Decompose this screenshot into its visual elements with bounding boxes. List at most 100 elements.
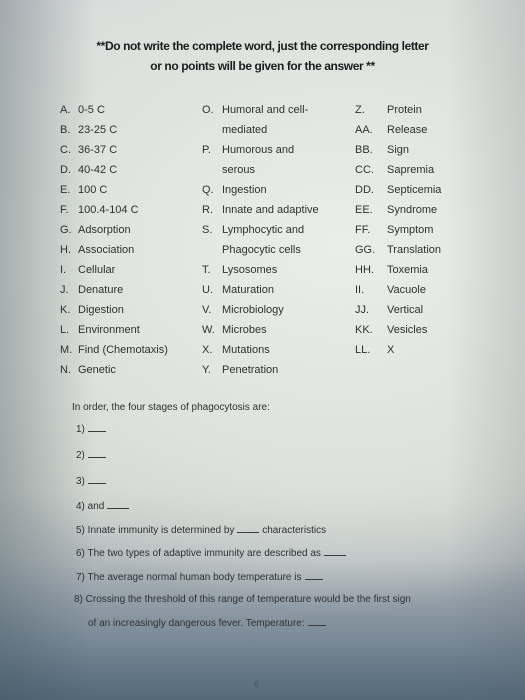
option-text-continued: Phagocytic cells [222,244,301,256]
option-item: T. Lysosomes [202,260,342,280]
answer-blank-2[interactable] [87,448,106,458]
option-item: P. Humorous and [202,140,342,160]
option-letter: Y. [202,364,211,376]
option-letter: L. [60,324,70,336]
option-text: Mutations [222,344,270,356]
option-item: FF. Symptom [355,220,485,240]
option-text: Lysosomes [222,264,278,276]
option-text: Association [78,244,135,256]
option-item: L. Environment [60,320,200,340]
option-letter: W. [202,324,215,336]
option-letter: U. [202,284,213,296]
option-letter: P. [202,144,211,156]
option-item: G. Adsorption [60,220,200,240]
option-text: Microbes [222,324,267,336]
option-item: I. Cellular [60,260,200,280]
option-text: Protein [387,104,422,116]
answer-blank-4[interactable] [107,499,130,509]
page-number: 6 [254,679,260,689]
option-letter: II. [355,284,365,296]
option-text: Lymphocytic and [222,224,305,236]
option-text: X [387,344,395,356]
question-3: 3) [76,474,106,487]
answer-blank-7[interactable] [304,570,323,580]
option-text: Septicemia [387,184,442,196]
options-column-3: Z. Protein AA. Release BB. Sign CC. Sapremia DD.… [355,100,485,360]
option-text: Vacuole [387,284,426,296]
option-item: EE. Syndrome [355,200,485,220]
option-item: N. Genetic [60,360,200,380]
answer-blank-8[interactable] [307,616,326,626]
option-item: BB. Sign [355,140,485,160]
questions-intro: In order, the four stages of phagocytosi… [72,402,270,413]
option-text: Vertical [387,304,424,316]
instructions-line-1: **Do not write the complete word, just t… [96,39,429,53]
option-text: Translation [387,244,442,256]
option-text: 100 C [78,184,108,196]
option-text: Find (Chemotaxis) [78,344,168,356]
option-text: Release [387,124,428,136]
question-4: 4) and [76,499,130,512]
option-text: Microbiology [222,304,284,316]
question-1-label: 1) [76,424,85,435]
option-letter: V. [202,304,212,316]
option-item: Q. Ingestion [202,180,342,200]
option-item: X. Mutations [202,340,342,360]
option-letter: Q. [202,184,214,196]
option-item: HH. Toxemia [355,260,485,280]
option-letter: C. [60,144,71,156]
option-letter: S. [202,224,213,236]
option-item: II. Vacuole [355,280,485,300]
option-letter: GG. [355,244,376,256]
option-letter: K. [60,304,71,316]
option-item: CC. Sapremia [355,160,485,180]
question-3-label: 3) [76,476,85,487]
option-text: Toxemia [387,264,428,276]
option-letter: X. [202,344,213,356]
option-text: 36-37 C [78,144,118,156]
option-item: H. Association [60,240,200,260]
option-letter: LL. [355,344,371,356]
option-letter: KK. [355,324,373,336]
option-letter: N. [60,364,71,376]
option-letter: AA. [355,124,373,136]
option-text: Digestion [78,304,124,316]
question-7: 7) The average normal human body tempera… [76,570,323,583]
question-1: 1) [76,422,106,435]
question-7-label: 7) The average normal human body tempera… [76,572,302,583]
option-item: V. Microbiology [202,300,342,320]
option-item: Y. Penetration [202,360,342,380]
option-item: Z. Protein [355,100,485,120]
option-text: Cellular [78,264,116,276]
option-item: O. Humoral and cell- [202,100,342,120]
option-text-continued: mediated [222,124,268,136]
option-letter: E. [60,184,71,196]
option-item: C. 36-37 C [60,140,200,160]
question-5: 5) Innate immunity is determined by char… [76,523,326,536]
option-item: U. Maturation [202,280,342,300]
option-letter: F. [60,204,69,216]
answer-blank-5[interactable] [237,523,260,533]
option-letter: B. [60,124,71,136]
option-text: Symptom [387,224,434,236]
question-2-label: 2) [76,450,85,461]
answer-blank-3[interactable] [87,474,106,484]
option-letter: M. [60,344,73,356]
option-letter: FF. [355,224,371,236]
option-letter: JJ. [355,304,370,316]
option-letter: A. [60,104,71,116]
option-item: W. Microbes [202,320,342,340]
option-letter: R. [202,204,213,216]
option-text: Penetration [222,364,279,376]
option-text: 40-42 C [78,164,118,176]
option-text: Maturation [222,284,274,296]
option-letter: DD. [355,184,374,196]
option-text: Vesicles [387,324,428,336]
option-item: GG. Translation [355,240,485,260]
option-text: Innate and adaptive [222,204,319,216]
answer-blank-1[interactable] [87,422,106,432]
question-5-label: 5) Innate immunity is determined by [76,525,235,536]
options-column-2: O. Humoral and cell-mediated P. Humorous an… [202,100,342,380]
question-6: 6) The two types of adaptive immunity ar… [76,546,346,559]
answer-blank-6[interactable] [323,546,346,556]
